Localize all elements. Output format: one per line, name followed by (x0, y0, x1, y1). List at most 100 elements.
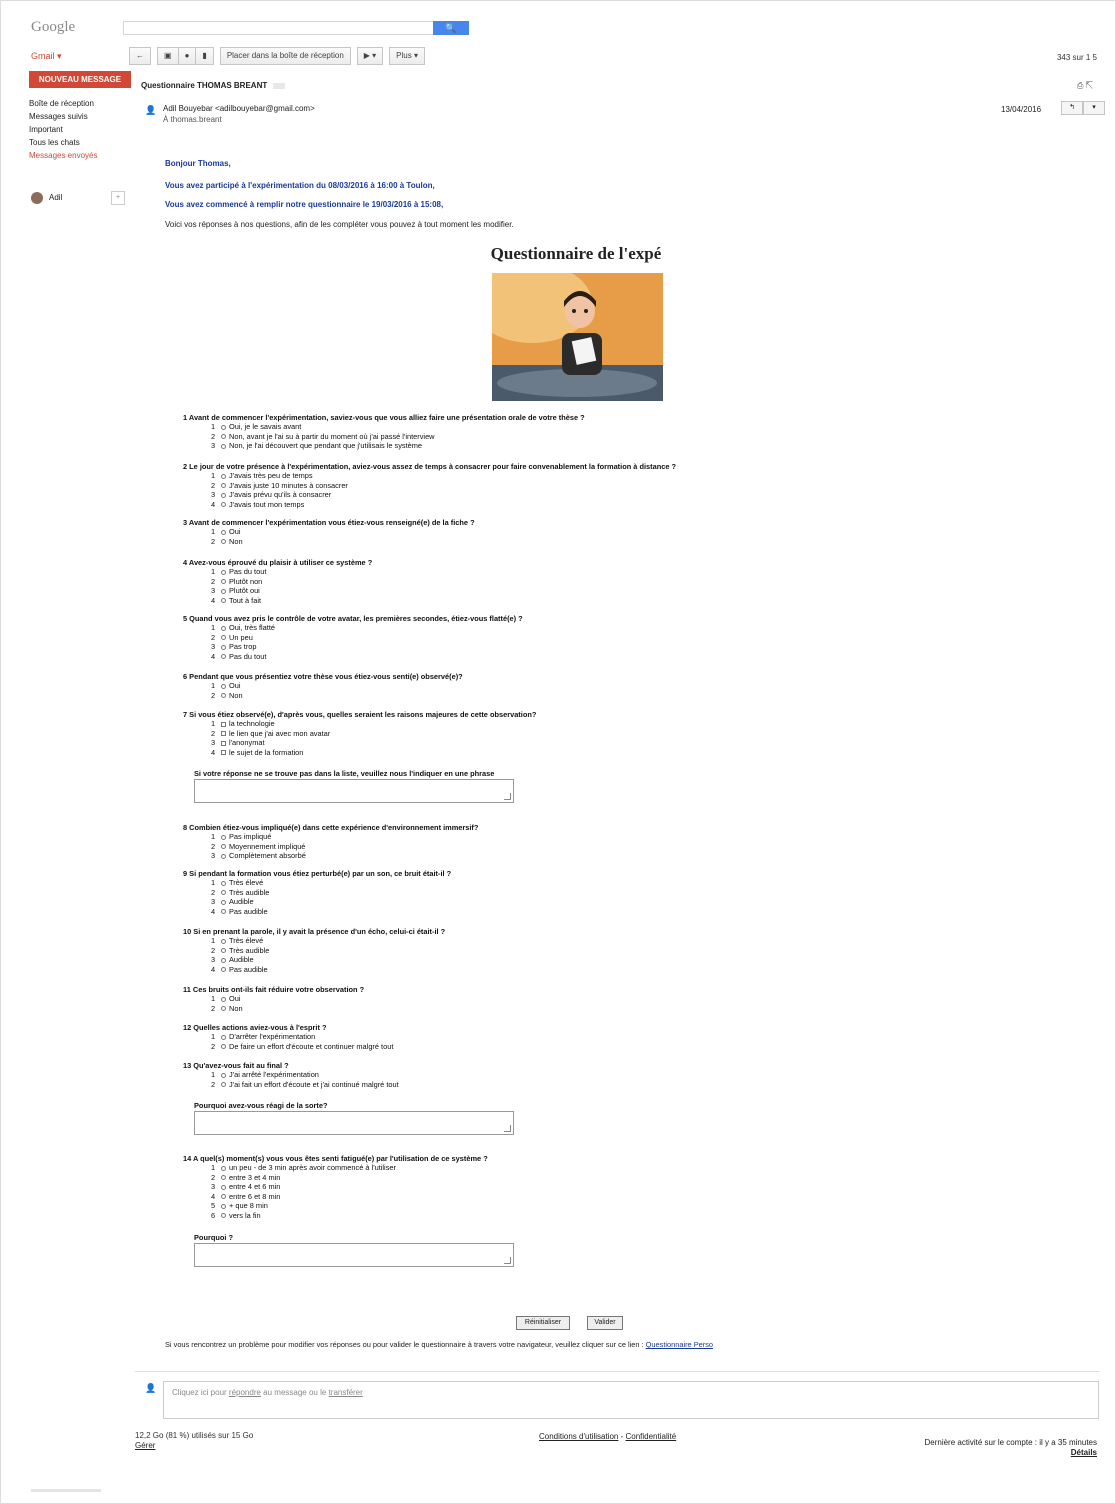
radio-button[interactable] (221, 625, 226, 631)
radio-button[interactable] (221, 434, 226, 440)
radio-button[interactable] (221, 539, 226, 545)
answer-option[interactable]: 2 Non (211, 691, 463, 701)
forward-link[interactable]: transférer (329, 1388, 363, 1397)
answer-option[interactable]: 3 Complètement absorbé (211, 851, 478, 861)
details-link[interactable]: Détails (1071, 1448, 1097, 1457)
answer-option[interactable]: 1 Oui (211, 994, 364, 1004)
answer-option[interactable]: 3 l'anonymat (211, 738, 536, 748)
answer-option[interactable]: 1 Oui, très flatté (211, 623, 523, 633)
answer-option[interactable]: 1 Oui (211, 527, 475, 537)
radio-button[interactable] (221, 948, 226, 954)
scroll-handle[interactable] (31, 1489, 101, 1492)
answer-option[interactable]: 4 J'avais tout mon temps (211, 500, 676, 510)
chat-user[interactable]: Adil + (29, 191, 125, 205)
compose-button[interactable]: NOUVEAU MESSAGE (29, 71, 131, 88)
answer-option[interactable]: 4 Tout à fait (211, 596, 372, 606)
answer-option[interactable]: 1 D'arrêter l'expérimentation (211, 1032, 393, 1042)
answer-option[interactable]: 1 la technologie (211, 719, 536, 729)
reply-box[interactable]: Cliquez ici pour répondre au message ou … (163, 1381, 1099, 1419)
recipient[interactable]: À thomas.breant (163, 115, 222, 124)
answer-option[interactable]: 5 + que 8 min (211, 1201, 488, 1211)
radio-button[interactable] (221, 1072, 226, 1078)
answer-option[interactable]: 4 Pas audible (211, 965, 445, 975)
radio-button[interactable] (221, 957, 226, 963)
answer-option[interactable]: 4 entre 6 et 8 min (211, 1192, 488, 1202)
radio-button[interactable] (221, 1203, 226, 1209)
answer-option[interactable]: 3 Plutôt oui (211, 586, 372, 596)
sidebar-item-inbox[interactable]: Boîte de réception (29, 97, 129, 110)
answer-option[interactable]: 3 Pas trop (211, 642, 523, 652)
more-button[interactable]: Plus ▾ (389, 47, 425, 65)
radio-button[interactable] (221, 492, 226, 498)
answer-option[interactable]: 3 Audible (211, 897, 451, 907)
checkbox[interactable] (221, 740, 226, 746)
radio-button[interactable] (221, 1184, 226, 1190)
delete-button[interactable]: ▮ (195, 47, 214, 65)
radio-button[interactable] (221, 644, 226, 650)
reset-button[interactable]: Réinitialiser (516, 1316, 570, 1330)
more-actions-button[interactable]: ▾ (1083, 101, 1105, 115)
answer-option[interactable]: 1 J'avais très peu de temps (211, 471, 676, 481)
answer-option[interactable]: 1 Pas impliqué (211, 832, 478, 842)
q13-extra-input[interactable] (194, 1111, 514, 1135)
answer-option[interactable]: 1 Très élevé (211, 936, 445, 946)
archive-button[interactable]: ▣ (157, 47, 178, 65)
radio-button[interactable] (221, 569, 226, 575)
answer-option[interactable]: 2 J'avais juste 10 minutes à consacrer (211, 481, 676, 491)
radio-button[interactable] (221, 880, 226, 886)
spam-button[interactable]: ● (177, 47, 196, 65)
answer-option[interactable]: 2 entre 3 et 4 min (211, 1173, 488, 1183)
radio-button[interactable] (221, 683, 226, 689)
radio-button[interactable] (221, 693, 226, 699)
search-input[interactable] (123, 21, 433, 35)
labels-button[interactable]: ▶ ▾ (356, 47, 384, 65)
answer-option[interactable]: 3 entre 4 et 6 min (211, 1182, 488, 1192)
answer-option[interactable]: 1 un peu - de 3 min après avoir commencé … (211, 1163, 488, 1173)
radio-button[interactable] (221, 579, 226, 585)
checkbox[interactable] (221, 750, 226, 756)
answer-option[interactable]: 4 Pas audible (211, 907, 451, 917)
radio-button[interactable] (221, 635, 226, 641)
search-button[interactable]: 🔍 (433, 21, 469, 35)
q7-extra-input[interactable] (194, 779, 514, 803)
radio-button[interactable] (221, 1213, 226, 1219)
privacy-link[interactable]: Confidentialité (625, 1432, 676, 1441)
radio-button[interactable] (221, 1006, 226, 1012)
submit-button[interactable]: Valider (587, 1316, 623, 1330)
radio-button[interactable] (221, 1044, 226, 1050)
answer-option[interactable]: 2 Très audible (211, 888, 451, 898)
radio-button[interactable] (221, 834, 226, 840)
radio-button[interactable] (221, 443, 226, 449)
chat-add-button[interactable]: + (111, 191, 125, 205)
radio-button[interactable] (221, 598, 226, 604)
radio-button[interactable] (221, 588, 226, 594)
radio-button[interactable] (221, 1175, 226, 1181)
answer-option[interactable]: 1 Pas du tout (211, 567, 372, 577)
answer-option[interactable]: 2 Non (211, 1004, 364, 1014)
radio-button[interactable] (221, 654, 226, 660)
q14-extra-input[interactable] (194, 1243, 514, 1267)
answer-option[interactable]: 2 le lien que j'ai avec mon avatar (211, 729, 536, 739)
google-logo[interactable]: Google (31, 19, 75, 36)
gmail-menu[interactable]: Gmail ▾ (31, 51, 62, 62)
answer-option[interactable]: 1 Oui (211, 681, 463, 691)
sidebar-item-sent[interactable]: Messages envoyés (29, 149, 129, 162)
answer-option[interactable]: 2 Non, avant je l'ai su à partir du momen… (211, 432, 585, 442)
radio-button[interactable] (221, 1194, 226, 1200)
answer-option[interactable]: 3 J'avais prévu qu'ils à consacrer (211, 490, 676, 500)
questionnaire-link[interactable]: Questionnaire Perso (646, 1340, 713, 1349)
back-button[interactable]: ← (129, 47, 151, 65)
terms-link[interactable]: Conditions d'utilisation (539, 1432, 618, 1441)
radio-button[interactable] (221, 844, 226, 850)
radio-button[interactable] (221, 483, 226, 489)
answer-option[interactable]: 2 Un peu (211, 633, 523, 643)
label-tag[interactable] (273, 82, 286, 89)
radio-button[interactable] (221, 853, 226, 859)
checkbox[interactable] (221, 721, 226, 727)
answer-option[interactable]: 1 Oui, je le savais avant (211, 422, 585, 432)
reply-link[interactable]: répondre (229, 1388, 261, 1397)
sidebar-item-important[interactable]: Important (29, 123, 129, 136)
radio-button[interactable] (221, 899, 226, 905)
radio-button[interactable] (221, 473, 226, 479)
reply-button[interactable]: ↰ (1061, 101, 1083, 115)
